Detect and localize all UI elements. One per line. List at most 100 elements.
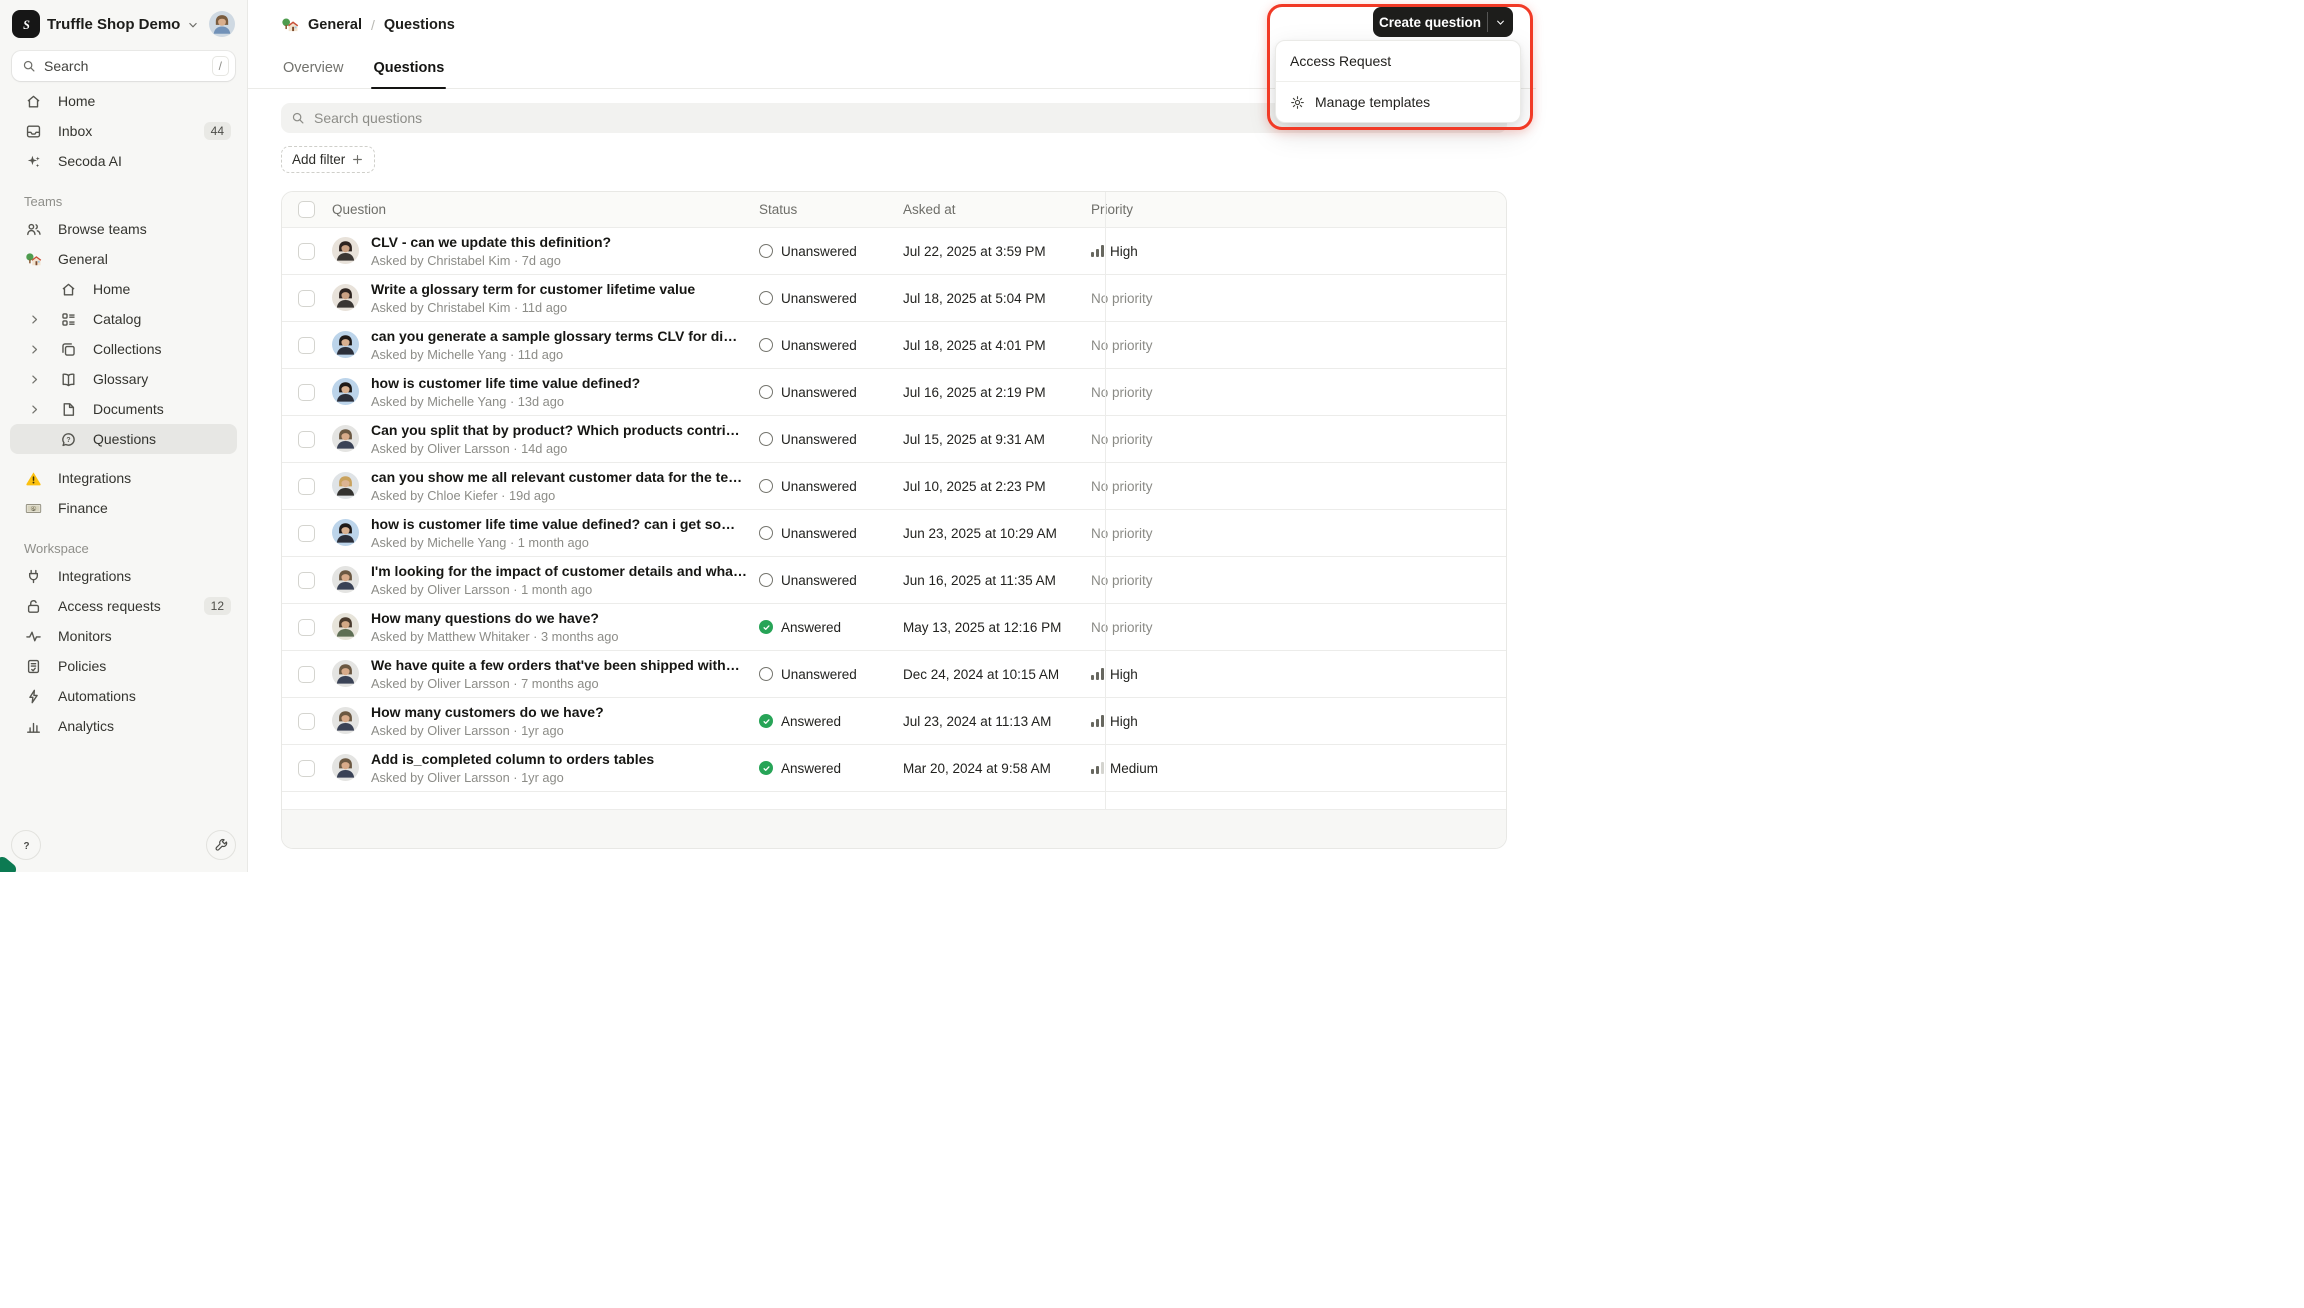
- row-checkbox[interactable]: [298, 289, 315, 307]
- status-cell: Unanswered: [747, 432, 903, 447]
- count-badge: 12: [203, 597, 231, 615]
- question-title[interactable]: can you show me all relevant customer da…: [371, 469, 747, 486]
- table-row[interactable]: How many questions do we have? Asked by …: [282, 604, 1506, 651]
- question-meta: Asked by Christabel Kim · 7d ago: [371, 253, 561, 269]
- question-title[interactable]: CLV - can we update this definition?: [371, 234, 611, 251]
- row-checkbox[interactable]: [298, 665, 315, 683]
- sidebar-item[interactable]: Glossary: [10, 364, 237, 394]
- sidebar-item[interactable]: Collections: [10, 334, 237, 364]
- column-header-status[interactable]: Status: [747, 202, 903, 217]
- sidebar-item[interactable]: Secoda AI: [10, 146, 237, 176]
- sidebar-item[interactable]: Finance: [10, 493, 237, 523]
- table-row[interactable]: how is customer life time value defined?…: [282, 369, 1506, 416]
- question-title[interactable]: Write a glossary term for customer lifet…: [371, 281, 695, 298]
- tab-overview[interactable]: Overview: [281, 51, 345, 88]
- row-checkbox[interactable]: [298, 712, 315, 730]
- select-all-checkbox[interactable]: [298, 201, 315, 218]
- main-content: General / Questions Overview Questions S…: [248, 0, 1536, 872]
- table-row[interactable]: how is customer life time value defined?…: [282, 510, 1506, 557]
- question-title[interactable]: How many questions do we have?: [371, 610, 619, 627]
- menu-item-access-request[interactable]: Access Request: [1276, 41, 1520, 81]
- question-title[interactable]: can you generate a sample glossary terms…: [371, 328, 747, 345]
- priority-label: No priority: [1091, 525, 1153, 541]
- tab-questions[interactable]: Questions: [371, 51, 447, 89]
- table-row[interactable]: can you show me all relevant customer da…: [282, 463, 1506, 510]
- sidebar-item[interactable]: Analytics: [10, 711, 237, 741]
- sidebar-item[interactable]: Inbox 44: [10, 116, 237, 146]
- sidebar-item[interactable]: Integrations: [10, 561, 237, 591]
- question-title[interactable]: Can you split that by product? Which pro…: [371, 422, 747, 439]
- question-title[interactable]: We have quite a few orders that've been …: [371, 657, 747, 674]
- asker-avatar: [332, 237, 359, 265]
- priority-bars-icon: [1091, 715, 1104, 727]
- breadcrumb-team[interactable]: General: [308, 17, 362, 33]
- status-icon: [759, 338, 773, 352]
- sidebar-item[interactable]: Integrations: [10, 463, 237, 493]
- row-checkbox[interactable]: [298, 477, 315, 495]
- chevron-right-icon[interactable]: [28, 313, 41, 326]
- create-question-button[interactable]: Create question: [1373, 7, 1513, 37]
- admin-tools-button[interactable]: [206, 830, 236, 860]
- workspace-switcher[interactable]: Truffle Shop Demo: [0, 0, 247, 44]
- chevron-right-icon[interactable]: [28, 403, 41, 416]
- priority-label: High: [1110, 713, 1138, 729]
- global-search-input[interactable]: Search /: [12, 51, 235, 81]
- question-title[interactable]: Add is_completed column to orders tables: [371, 751, 654, 768]
- breadcrumb-page[interactable]: Questions: [384, 17, 455, 33]
- question-meta: Asked by Oliver Larsson · 1 month ago: [371, 582, 593, 598]
- table-row[interactable]: I'm looking for the impact of customer d…: [282, 557, 1506, 604]
- question-meta: Asked by Oliver Larsson · 14d ago: [371, 441, 568, 457]
- table-row[interactable]: Add is_completed column to orders tables…: [282, 745, 1506, 792]
- row-checkbox[interactable]: [298, 383, 315, 401]
- sidebar-item[interactable]: Home: [10, 274, 237, 304]
- row-checkbox[interactable]: [298, 571, 315, 589]
- sidebar-item[interactable]: General: [10, 244, 237, 274]
- sidebar-item[interactable]: Documents: [10, 394, 237, 424]
- sidebar-item[interactable]: Monitors: [10, 621, 237, 651]
- sidebar-item-label: Integrations: [58, 470, 132, 486]
- table-row[interactable]: How many customers do we have? Asked by …: [282, 698, 1506, 745]
- row-checkbox[interactable]: [298, 430, 315, 448]
- column-header-asked-at[interactable]: Asked at: [903, 202, 1091, 217]
- asked-at-value: Jul 18, 2025 at 5:04 PM: [903, 290, 1046, 306]
- status-cell: Unanswered: [747, 385, 903, 400]
- priority-label: High: [1110, 666, 1138, 682]
- chevron-down-icon[interactable]: [1488, 7, 1513, 37]
- row-checkbox[interactable]: [298, 336, 315, 354]
- column-header-priority[interactable]: Priority: [1091, 202, 1506, 217]
- row-checkbox[interactable]: [298, 242, 315, 260]
- priority-label: No priority: [1091, 478, 1153, 494]
- sidebar-item[interactable]: Home: [10, 86, 237, 116]
- column-header-question[interactable]: Question: [332, 202, 747, 217]
- add-filter-button[interactable]: Add filter: [281, 146, 376, 173]
- sidebar-item[interactable]: Browse teams: [10, 214, 237, 244]
- help-button[interactable]: [11, 830, 41, 860]
- question-title[interactable]: how is customer life time value defined?…: [371, 516, 747, 533]
- table-row[interactable]: We have quite a few orders that've been …: [282, 651, 1506, 698]
- sidebar-item-label: General: [58, 251, 108, 267]
- question-title[interactable]: How many customers do we have?: [371, 704, 604, 721]
- sidebar-item[interactable]: Catalog: [10, 304, 237, 334]
- chevron-right-icon[interactable]: [28, 373, 41, 386]
- row-checkbox[interactable]: [298, 759, 315, 777]
- sidebar-item-label: Documents: [93, 401, 164, 417]
- table-row[interactable]: Can you split that by product? Which pro…: [282, 416, 1506, 463]
- question-title[interactable]: I'm looking for the impact of customer d…: [371, 563, 747, 580]
- row-checkbox[interactable]: [298, 524, 315, 542]
- question-title[interactable]: how is customer life time value defined?: [371, 375, 640, 392]
- user-avatar[interactable]: [209, 11, 235, 37]
- sidebar-item-label: Home: [58, 93, 96, 109]
- workspace-section-label: Workspace: [24, 541, 89, 556]
- table-row[interactable]: CLV - can we update this definition? Ask…: [282, 228, 1506, 275]
- chevron-right-icon[interactable]: [28, 343, 41, 356]
- menu-item-manage-templates[interactable]: Manage templates: [1276, 82, 1520, 122]
- sidebar-item[interactable]: Policies: [10, 651, 237, 681]
- asker-avatar: [332, 660, 359, 688]
- sidebar-item[interactable]: Automations: [10, 681, 237, 711]
- sidebar-item[interactable]: Access requests 12: [10, 591, 237, 621]
- table-row[interactable]: can you generate a sample glossary terms…: [282, 322, 1506, 369]
- row-checkbox[interactable]: [298, 618, 315, 636]
- sidebar-item[interactable]: Questions: [10, 424, 237, 454]
- table-row[interactable]: Write a glossary term for customer lifet…: [282, 275, 1506, 322]
- status-icon: [759, 667, 773, 681]
